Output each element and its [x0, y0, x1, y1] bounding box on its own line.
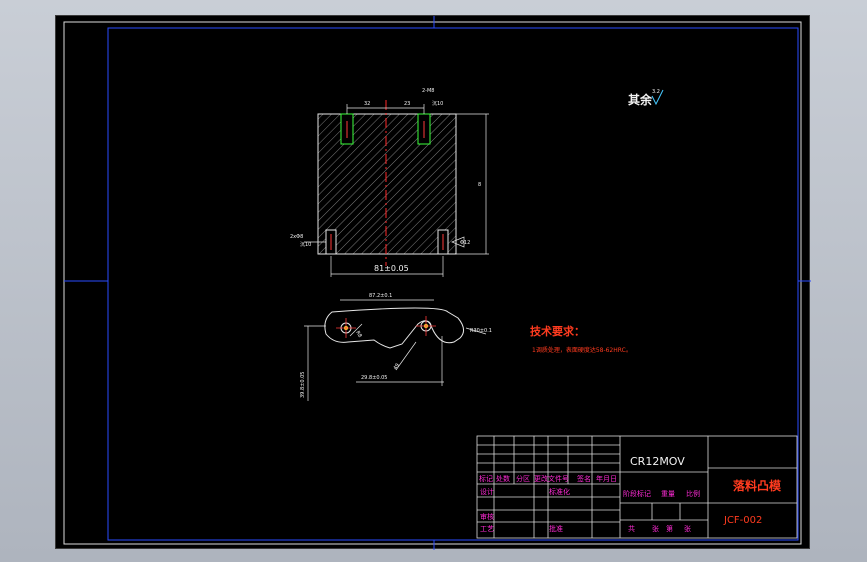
- inner-frame: [107, 27, 799, 541]
- dim-profile-radius: R30±0.1: [470, 328, 492, 334]
- sheets-0: 共: [628, 524, 635, 533]
- dim-left-hole-b: 沉10: [300, 241, 311, 248]
- part-name: 落料凸模: [733, 478, 782, 493]
- stage-label-1: 重量: [661, 490, 675, 498]
- dim-profile-top: 87.2±0.1: [369, 293, 392, 299]
- dim-top-mid: 23: [404, 101, 410, 107]
- row-label-1: 处数: [496, 474, 510, 483]
- dim-left-hole-a: 2xΦ8: [290, 234, 303, 240]
- stage-label-2: 比例: [686, 489, 700, 498]
- row-label-2: 分区: [516, 474, 530, 483]
- row-label-4: 签名: [577, 474, 591, 483]
- review-label: 审核: [480, 512, 494, 521]
- row-label-5: 年月日: [596, 474, 617, 483]
- drawing-number: JCF-002: [723, 515, 762, 526]
- dim-top-left: 32: [364, 101, 370, 107]
- tech-req-title: 技术要求：: [530, 324, 585, 338]
- roughness-label: 其余: [628, 92, 653, 107]
- dim-right-height: 8: [478, 182, 481, 188]
- roughness-value: 3.2: [652, 89, 660, 95]
- dim-profile-left: 39.8±0.05: [300, 372, 306, 398]
- punch-profile-view: [304, 299, 487, 401]
- row-label-3: 更改文件号: [534, 474, 569, 483]
- sheets-3: 张: [684, 524, 691, 533]
- cad-drawing: 其余 3.2 32 23 2-M8 沉10 8 81±0.05 2xΦ8 沉10…: [63, 16, 811, 550]
- approve-label: 批准: [549, 524, 563, 533]
- standardize-label: 标准化: [549, 487, 570, 496]
- dim-top-right-b: 沉10: [432, 100, 443, 107]
- dim-profile-r: R8: [354, 330, 363, 339]
- cad-viewport[interactable]: 其余 3.2 32 23 2-M8 沉10 8 81±0.05 2xΦ8 沉10…: [55, 15, 811, 550]
- process-label: 工艺: [480, 525, 494, 533]
- sheets-2: 第: [666, 524, 673, 533]
- plate-top-view: [304, 100, 489, 277]
- row-label-0: 标记: [479, 474, 493, 483]
- dim-top-right-a: 2-M8: [422, 88, 434, 94]
- tech-req-line: 1调质处理，表面硬度达58-62HRC。: [532, 346, 632, 354]
- dim-profile-diag: 49: [393, 362, 401, 371]
- dim-profile-bottom: 29.8±0.05: [361, 375, 387, 381]
- material: CR12MOV: [630, 455, 685, 468]
- dim-bottom-width: 81±0.05: [374, 264, 409, 273]
- dim-right-hole: Φ12: [460, 240, 470, 246]
- design-label: 设计: [480, 487, 494, 496]
- stage-label-0: 阶段标记: [623, 489, 651, 498]
- sheets-1: 张: [652, 524, 659, 533]
